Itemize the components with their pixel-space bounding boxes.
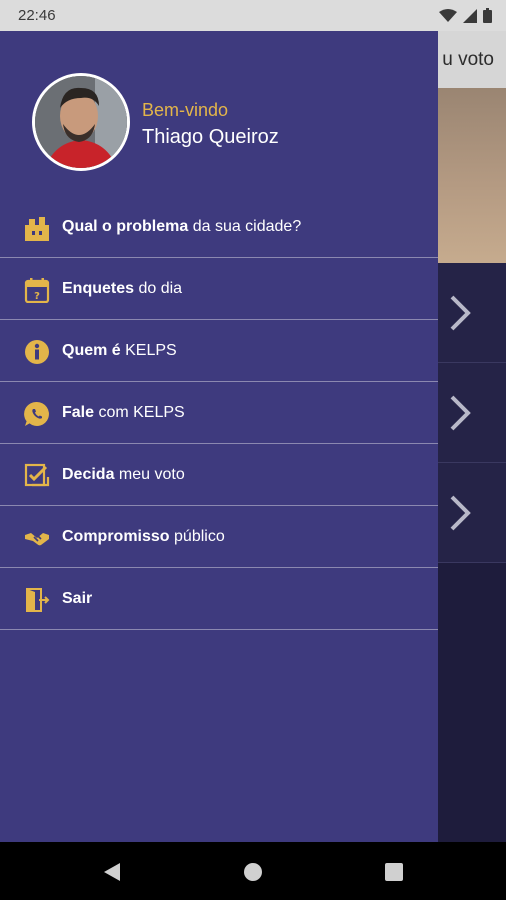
profile-header: Bem-vindo Thiago Queiroz	[0, 31, 438, 201]
menu-label-light: com KELPS	[94, 403, 185, 421]
welcome-text: Bem-vindo	[142, 100, 229, 120]
avatar-photo	[35, 76, 127, 168]
exit-door-icon	[26, 588, 50, 612]
status-icons	[439, 8, 492, 23]
menu-label-bold: Fale	[62, 403, 95, 421]
menu-label-bold: Enquetes	[62, 279, 135, 297]
handshake-icon	[25, 533, 49, 546]
menu-item-fale-com-kelps[interactable]: Fale com KELPS	[0, 382, 438, 444]
menu-label-bold: Compromisso	[62, 527, 170, 545]
chevron-right-icon	[450, 495, 471, 531]
status-bar: 22:46	[0, 0, 506, 31]
background-toolbar-title: u voto	[442, 49, 494, 70]
city-icon	[25, 217, 49, 241]
back-icon[interactable]	[100, 860, 124, 884]
menu-item-label: Enquetes do dia	[62, 280, 182, 298]
recents-icon[interactable]	[382, 860, 406, 884]
calendar-icon: ?	[24, 278, 50, 303]
avatar[interactable]	[32, 73, 130, 171]
info-icon	[25, 340, 49, 364]
menu-label-bold: Decida	[62, 465, 115, 483]
menu-item-compromisso-publico[interactable]: Compromisso público	[0, 506, 438, 568]
menu-item-sair[interactable]: Sair	[0, 568, 438, 630]
user-name: Thiago Queiroz	[142, 126, 279, 148]
home-icon[interactable]	[241, 860, 265, 884]
svg-text:?: ?	[34, 291, 40, 302]
menu-item-decida-meu-voto[interactable]: Decida meu voto	[0, 444, 438, 506]
signal-icon	[463, 8, 477, 23]
menu-item-label: Compromisso público	[62, 528, 225, 546]
menu-label-bold: Quem é	[62, 341, 121, 359]
menu-item-label: Quem é KELPS	[62, 342, 177, 360]
whatsapp-icon	[24, 401, 49, 426]
chevron-right-icon	[450, 395, 471, 431]
menu-label-bold: Qual o problema	[62, 217, 189, 235]
menu-label-light: KELPS	[120, 341, 177, 359]
menu-item-label: Fale com KELPS	[62, 404, 185, 422]
menu-item-quem-e-kelps[interactable]: Quem é KELPS	[0, 320, 438, 382]
system-nav-bar	[0, 842, 506, 900]
drawer-menu: Qual o problema da sua cidade? ? Enquete…	[0, 196, 438, 630]
menu-label-bold: Sair	[62, 589, 93, 607]
navigation-drawer: Bem-vindo Thiago Queiroz Qual o problema…	[0, 31, 438, 842]
ballot-check-icon	[24, 463, 50, 487]
menu-item-label: Decida meu voto	[62, 466, 185, 484]
menu-item-label: Qual o problema da sua cidade?	[62, 218, 301, 236]
menu-item-enquetes[interactable]: ? Enquetes do dia	[0, 258, 438, 320]
battery-icon	[483, 8, 492, 23]
menu-label-light: meu voto	[114, 465, 185, 483]
menu-item-label: Sair	[62, 590, 92, 608]
menu-label-light: público	[169, 527, 225, 545]
status-time: 22:46	[18, 7, 56, 24]
menu-label-light: da sua cidade?	[188, 217, 302, 235]
wifi-icon	[439, 8, 457, 22]
chevron-right-icon	[450, 295, 471, 331]
menu-item-problema-cidade[interactable]: Qual o problema da sua cidade?	[0, 196, 438, 258]
menu-label-light: do dia	[134, 279, 183, 297]
